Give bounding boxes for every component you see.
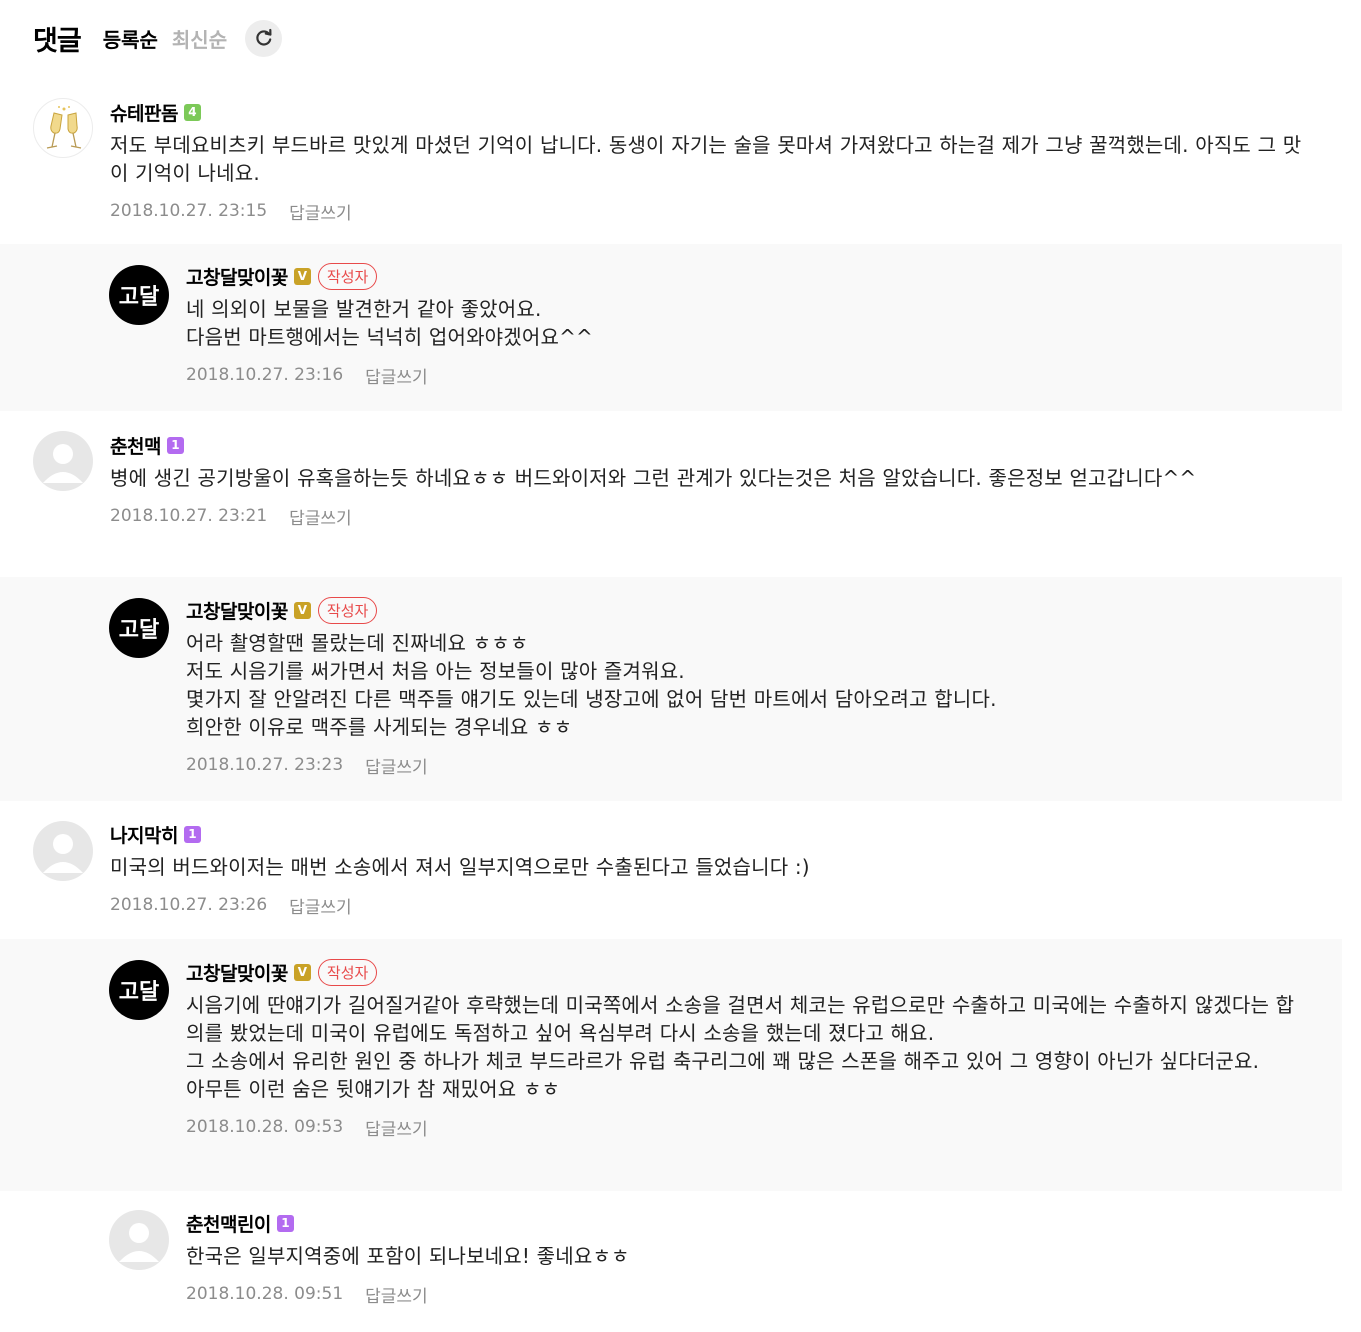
comment-text: 시음기에 딴얘기가 길어질거같아 후략했는데 미국쪽에서 소송을 걸면서 체코는… [186,993,1295,1101]
post-author-badge: 작성자 [317,596,378,624]
avatar[interactable] [33,98,93,158]
author-logo: 고달 [118,980,160,1005]
member-level-badge: 1 [183,825,201,843]
champagne-glasses-icon [46,106,82,149]
comment-item: 춘천맥 1 병에 생긴 공기방울이 유혹을하는듯 하네요ㅎㅎ 버드와이저와 그런… [0,411,1342,577]
comment-author[interactable]: 고창달맞이꽃 [186,597,288,624]
comment-date: 2018.10.27. 23:15 [110,201,268,221]
member-level-badge: V [293,601,311,619]
default-profile-icon [43,444,83,483]
default-profile-icon [119,1223,159,1262]
member-level-badge: 1 [166,436,184,454]
member-level-badge: V [293,267,311,285]
comment-author[interactable]: 나지막히 [110,821,178,848]
avatar[interactable] [33,431,93,491]
comment-author[interactable]: 춘천맥린이 [186,1210,271,1237]
reply-button[interactable]: 답글쓰기 [289,504,352,529]
comment-header: 댓글 등록순 최신순 [33,18,283,58]
reply-item: 고달 고창달맞이꽃 V 작성자 네 의외이 보물을 발견한거 같아 좋았어요. … [0,244,1342,411]
comment-section-title: 댓글 [33,25,82,57]
post-author-badge: 작성자 [317,262,378,290]
reply-button[interactable]: 답글쓰기 [365,1115,428,1140]
comment-date: 2018.10.28. 09:51 [186,1284,344,1304]
member-level-badge: 4 [183,103,201,121]
comment-text: 어라 촬영할땐 몰랐는데 진짜네요 ㅎㅎㅎ 저도 시음기를 써가면서 처음 아는… [186,631,997,739]
author-logo: 고달 [118,618,160,643]
comment-author[interactable]: 춘천맥 [110,432,161,459]
comment-author[interactable]: 고창달맞이꽃 [186,959,288,986]
author-avatar[interactable]: 고달 [109,960,169,1020]
comment-item: 나지막히 1 미국의 버드와이저는 매번 소송에서 져서 일부지역으로만 수출된… [0,801,1342,939]
reply-button[interactable]: 답글쓰기 [365,363,428,388]
author-avatar[interactable]: 고달 [109,598,169,658]
reply-button[interactable]: 답글쓰기 [365,753,428,778]
comment-author[interactable]: 고창달맞이꽃 [186,263,288,290]
member-level-badge: V [293,963,311,981]
avatar[interactable] [33,821,93,881]
sort-latest-tab[interactable]: 최신순 [172,24,227,53]
comment-text: 병에 생긴 공기방울이 유혹을하는듯 하네요ㅎㅎ 버드와이저와 그런 관계가 있… [110,466,1197,490]
refresh-button[interactable] [245,19,283,57]
reply-item: 고달 고창달맞이꽃 V 작성자 시음기에 딴얘기가 길어질거같아 후략했는데 미… [0,939,1342,1191]
avatar[interactable] [109,1210,169,1270]
author-avatar[interactable]: 고달 [109,265,169,325]
comment-date: 2018.10.27. 23:23 [186,755,344,775]
post-author-badge: 작성자 [317,958,378,986]
author-logo: 고달 [118,285,160,310]
comment-date: 2018.10.27. 23:16 [186,365,344,385]
comment-date: 2018.10.27. 23:26 [110,895,268,915]
member-level-badge: 1 [276,1214,294,1232]
reply-button[interactable]: 답글쓰기 [289,199,352,224]
reply-item: 춘천맥린이 1 한국은 일부지역중에 포함이 되나보네요! 좋네요ㅎㅎ 2018… [0,1191,1342,1332]
refresh-icon [255,28,272,46]
reply-button[interactable]: 답글쓰기 [289,893,352,918]
comment-date: 2018.10.27. 23:21 [110,506,268,526]
reply-button[interactable]: 답글쓰기 [365,1282,428,1307]
comment-text: 네 의외이 보물을 발견한거 같아 좋았어요. 다음번 마트행에서는 넉넉히 업… [186,297,593,349]
comment-author[interactable]: 슈테판돔 [110,99,178,126]
comment-text: 한국은 일부지역중에 포함이 되나보네요! 좋네요ㅎㅎ [186,1244,630,1268]
sort-registered-tab[interactable]: 등록순 [103,24,158,53]
reply-item: 고달 고창달맞이꽃 V 작성자 어라 촬영할땐 몰랐는데 진짜네요 ㅎㅎㅎ 저도… [0,577,1342,801]
comment-date: 2018.10.28. 09:53 [186,1117,344,1137]
comment-text: 미국의 버드와이저는 매번 소송에서 져서 일부지역으로만 수출된다고 들었습니… [110,855,810,879]
default-profile-icon [43,834,83,873]
comment-item: 슈테판돔 4 저도 부데요비츠키 부드바르 맛있게 마셨던 기억이 납니다. 동… [0,80,1342,244]
comment-text: 저도 부데요비츠키 부드바르 맛있게 마셨던 기억이 납니다. 동생이 자기는 … [110,133,1302,185]
